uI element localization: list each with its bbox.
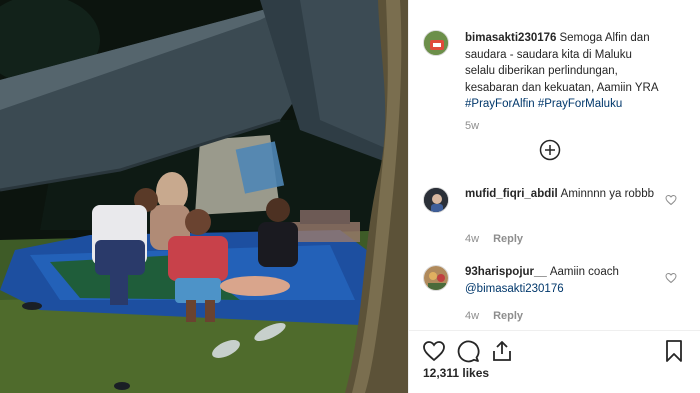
post-action-bar [409,330,700,393]
comment-1: mufid_fiqri_abdil Aminnnn ya robbb [465,186,660,203]
heart-icon[interactable] [422,339,446,363]
comment-like-heart-icon[interactable] [665,272,677,284]
comment-avatar[interactable] [423,265,449,291]
comment-avatar-image [424,266,448,290]
comment-timestamp[interactable]: 4w [465,310,479,322]
comment-icon[interactable] [456,339,480,363]
post-caption: bimasakti230176 Semoga Alfin dan saudara … [465,30,665,113]
comment-reply-link[interactable]: Reply [493,233,523,245]
comment-timestamp[interactable]: 4w [465,233,479,245]
share-icon[interactable] [490,339,514,363]
comment-text: Aminnnn ya robbb [560,188,654,200]
comment-username[interactable]: 93harispojur__ [465,266,547,278]
comment-avatar-image [424,188,448,212]
comment-username[interactable]: mufid_fiqri_abdil [465,188,558,200]
likes-count[interactable]: 12,311 likes [423,366,489,380]
author-avatar[interactable] [423,30,449,56]
post-photo-scene [0,0,408,393]
comment-text: Aamiin coach [549,266,619,278]
post-side-panel: bimasakti230176 Semoga Alfin dan saudara … [408,0,700,393]
comment-reply-link[interactable]: Reply [493,310,523,322]
post-photo[interactable] [0,0,408,393]
comment-avatar[interactable] [423,187,449,213]
post-timestamp[interactable]: 5w [465,120,479,132]
comment-meta: 4w Reply [465,310,523,322]
post-hashtags[interactable]: #PrayForAlfin #PrayForMaluku [465,98,622,110]
load-more-comments-icon[interactable] [539,139,561,161]
author-avatar-image [424,31,448,55]
comment-like-heart-icon[interactable] [665,194,677,206]
post-author-username[interactable]: bimasakti230176 [465,32,556,44]
comment-meta: 4w Reply [465,233,523,245]
bookmark-icon[interactable] [662,339,686,363]
comment-2: 93harispojur__ Aamiin coach @bimasakti230… [465,264,660,297]
comment-mention[interactable]: @bimasakti230176 [465,283,564,295]
